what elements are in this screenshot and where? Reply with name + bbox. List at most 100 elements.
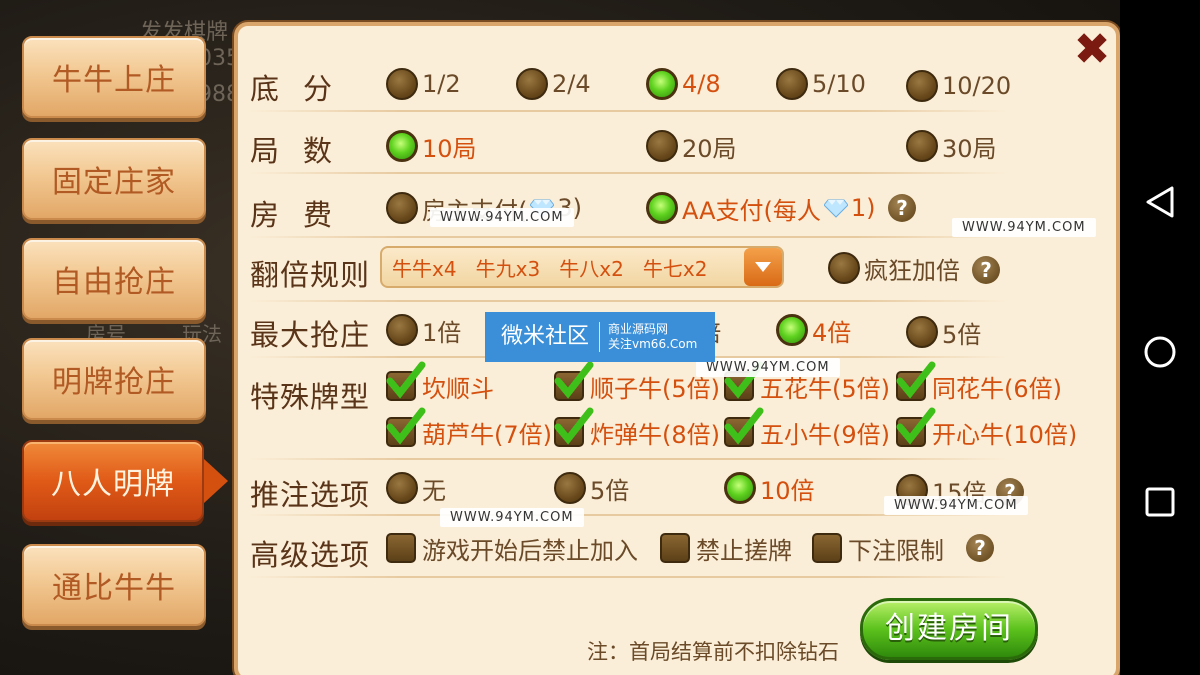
checkbox-checked-icon [724,407,764,447]
tab-label: 明牌抢庄 [52,365,176,400]
base-score-option[interactable]: 1/2 [386,64,461,104]
chevron-down-icon[interactable] [744,248,782,286]
radio-selected-icon [724,472,756,504]
checkbox-checked-icon [896,407,936,447]
help-icon[interactable]: ? [972,256,1000,284]
push-bet-label: 推注选项 [250,478,371,512]
multiplier-label: 翻倍规则 [250,258,371,292]
divider [248,300,1008,302]
divider [248,576,1008,578]
recents-icon[interactable] [1142,484,1178,520]
advanced-label: 高级选项 [250,538,371,572]
divider [248,110,1008,112]
special-label: 特殊牌型 [250,380,371,414]
checkbox-icon [812,533,842,563]
radio-icon [386,192,418,224]
max-grab-label: 最大抢庄 [250,318,371,352]
base-score-option[interactable]: 4/8 [646,64,721,104]
max-grab-option[interactable]: 1倍 [386,310,461,350]
special-option[interactable]: 开心牛(10倍) [896,407,1077,452]
push-bet-option[interactable]: 无 [386,468,446,508]
crazy-double-option[interactable]: 疯狂加倍 [828,248,960,288]
divider [248,458,1008,460]
diamond-icon [823,199,848,218]
tab-fixed-banker[interactable]: 固定庄家 [22,138,206,220]
radio-icon [828,252,860,284]
watermark: WWW.94YM.COM [884,496,1028,515]
tab-label: 八人明牌 [51,467,175,502]
system-nav-bar [1120,0,1200,675]
tab-open-grab[interactable]: 明牌抢庄 [22,338,206,420]
tab-niuniu-banker[interactable]: 牛牛上庄 [22,36,206,118]
rounds-option[interactable]: 20局 [646,126,737,166]
help-icon[interactable]: ? [888,194,916,222]
tab-label: 自由抢庄 [52,265,176,300]
create-room-button[interactable]: 创建房间 [860,598,1038,660]
radio-selected-icon [646,68,678,100]
help-icon[interactable]: ? [966,534,994,562]
tab-eight-open[interactable]: 八人明牌 [22,440,228,522]
multiplier-dropdown-value: 牛牛x4 牛九x3 牛八x2 牛七x2 [392,256,708,281]
radio-icon [906,316,938,348]
divider [248,172,1008,174]
close-icon[interactable]: ✖ [1072,28,1112,72]
checkbox-icon [386,533,416,563]
watermark: WWW.94YM.COM [952,218,1096,237]
tab-tongbi[interactable]: 通比牛牛 [22,544,206,626]
radio-icon [906,70,938,102]
rounds-option[interactable]: 30局 [906,126,997,166]
divider [248,236,1008,238]
watermark: WWW.94YM.COM [696,358,840,377]
rounds-option[interactable]: 10局 [386,126,477,166]
radio-selected-icon [386,130,418,162]
max-grab-option[interactable]: 4倍 [776,310,851,350]
radio-icon [386,472,418,504]
special-option[interactable]: 葫芦牛(7倍) [386,407,552,452]
room-fee-label: 房费 [250,198,357,232]
watermark: WWW.94YM.COM [440,508,584,527]
base-score-label: 底分 [250,72,357,106]
watermark-badge-title: 微米社区 [485,322,601,352]
base-score-option[interactable]: 10/20 [906,66,1011,106]
multiplier-dropdown[interactable]: 牛牛x4 牛九x3 牛八x2 牛七x2 [380,246,784,288]
tab-label: 固定庄家 [52,165,176,200]
advanced-option-no-rub[interactable]: 禁止搓牌 [660,528,792,568]
note-text: 注：首局结算前不扣除钻石 [587,640,839,664]
radio-icon [516,68,548,100]
tab-label: 牛牛上庄 [52,63,176,98]
checkbox-icon [660,533,690,563]
watermark-badge: 微米社区 商业源码网 关注vm66.Com [485,312,715,362]
home-icon[interactable] [1142,334,1178,370]
radio-selected-icon [776,314,808,346]
base-score-option[interactable]: 2/4 [516,64,591,104]
room-fee-aa-option[interactable]: AA支付(每人 1) [646,188,876,228]
radio-icon [554,472,586,504]
rounds-label: 局数 [250,134,357,168]
push-bet-option[interactable]: 10倍 [724,468,815,508]
push-bet-option[interactable]: 5倍 [554,468,629,508]
checkbox-checked-icon [386,407,426,447]
advanced-option-bet-limit[interactable]: 下注限制 [812,528,944,568]
checkbox-checked-icon [896,361,936,401]
tab-label: 通比牛牛 [52,571,176,606]
special-option[interactable]: 炸弹牛(8倍) [554,407,720,452]
special-option[interactable]: 坎顺斗 [386,361,494,406]
special-option[interactable]: 五小牛(9倍) [724,407,890,452]
max-grab-option[interactable]: 5倍 [906,312,981,352]
radio-icon [386,68,418,100]
radio-icon [906,130,938,162]
advanced-option-no-join[interactable]: 游戏开始后禁止加入 [386,528,638,568]
tab-arrow-icon [204,459,228,503]
special-option[interactable]: 同花牛(6倍) [896,361,1062,406]
radio-icon [386,314,418,346]
radio-icon [776,68,808,100]
watermark: WWW.94YM.COM [430,208,574,227]
tab-free-grab[interactable]: 自由抢庄 [22,238,206,320]
checkbox-checked-icon [554,407,594,447]
base-score-option[interactable]: 5/10 [776,64,866,104]
watermark-badge-line: 商业源码网 [608,322,669,336]
radio-selected-icon [646,192,678,224]
watermark-badge-line: 关注vm66.Com [608,337,698,351]
back-icon[interactable] [1142,184,1178,220]
checkbox-checked-icon [554,361,594,401]
